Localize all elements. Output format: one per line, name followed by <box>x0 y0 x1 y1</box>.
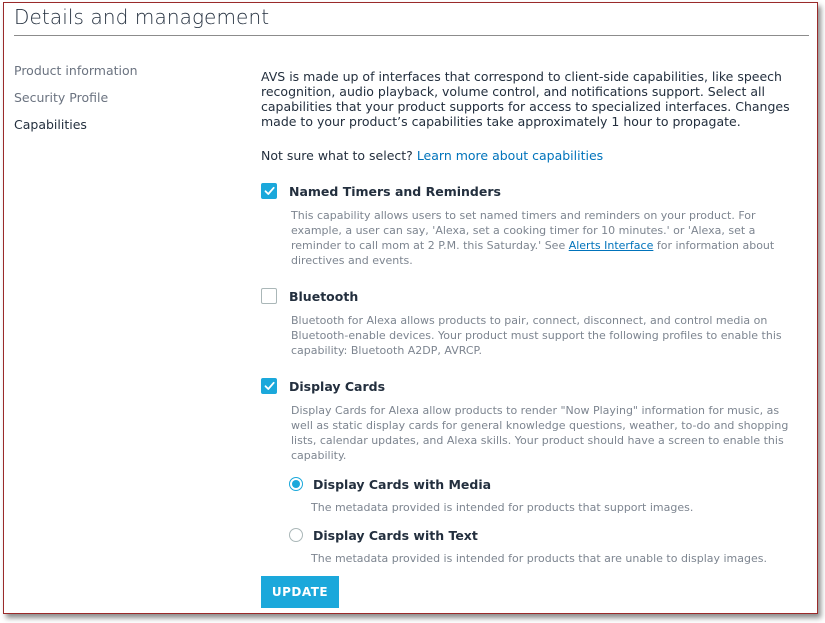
nav-item-security-profile[interactable]: Security Profile <box>14 90 138 105</box>
capabilities-panel: AVS is made up of interfaces that corres… <box>261 69 801 565</box>
help-line: Not sure what to select? Learn more abou… <box>261 148 801 163</box>
nav-item-product-information[interactable]: Product information <box>14 63 138 78</box>
display-cards-checkbox[interactable] <box>261 378 277 394</box>
display-cards-media-radio[interactable] <box>289 477 303 491</box>
checkmark-icon <box>264 186 275 195</box>
capability-title: Bluetooth <box>289 288 359 304</box>
capability-header: Display Cards <box>261 376 801 396</box>
update-button[interactable]: UPDATE <box>261 576 339 608</box>
radio-dot <box>292 480 300 488</box>
learn-more-link[interactable]: Learn more about capabilities <box>417 148 603 163</box>
display-cards-text-option: Display Cards with Text The metadata pro… <box>289 526 801 565</box>
bluetooth-checkbox[interactable] <box>261 288 277 304</box>
radio-title: Display Cards with Text <box>313 527 478 543</box>
display-cards-text-radio[interactable] <box>289 528 303 542</box>
radio-description: The metadata provided is intended for pr… <box>311 501 694 514</box>
page-title: Details and management <box>14 5 270 29</box>
capability-named-timers: Named Timers and Reminders This capabili… <box>261 181 801 268</box>
capability-description: This capability allows users to set name… <box>291 208 801 268</box>
capability-title: Display Cards <box>289 378 386 394</box>
app-window: Details and management Product informati… <box>3 2 818 614</box>
title-divider <box>14 35 809 36</box>
capability-header: Bluetooth <box>261 286 801 306</box>
capability-description: Display Cards for Alexa allow products t… <box>291 404 789 462</box>
help-prompt: Not sure what to select? <box>261 148 413 163</box>
checkmark-icon <box>264 381 275 390</box>
nav-item-capabilities[interactable]: Capabilities <box>14 117 138 132</box>
capability-display-cards: Display Cards Display Cards for Alexa al… <box>261 376 801 565</box>
capability-title: Named Timers and Reminders <box>289 183 501 199</box>
capability-description: Bluetooth for Alexa allows products to p… <box>291 314 782 357</box>
capability-bluetooth: Bluetooth Bluetooth for Alexa allows pro… <box>261 286 801 358</box>
named-timers-checkbox[interactable] <box>261 183 277 199</box>
side-nav: Product information Security Profile Cap… <box>14 63 138 144</box>
intro-text: AVS is made up of interfaces that corres… <box>261 69 790 129</box>
radio-header: Display Cards with Media <box>289 475 801 493</box>
display-cards-media-option: Display Cards with Media The metadata pr… <box>289 475 801 514</box>
radio-header: Display Cards with Text <box>289 526 801 544</box>
radio-title: Display Cards with Media <box>313 476 492 492</box>
radio-description: The metadata provided is intended for pr… <box>311 552 767 565</box>
capability-header: Named Timers and Reminders <box>261 181 801 201</box>
alerts-interface-link[interactable]: Alerts Interface <box>569 239 654 252</box>
